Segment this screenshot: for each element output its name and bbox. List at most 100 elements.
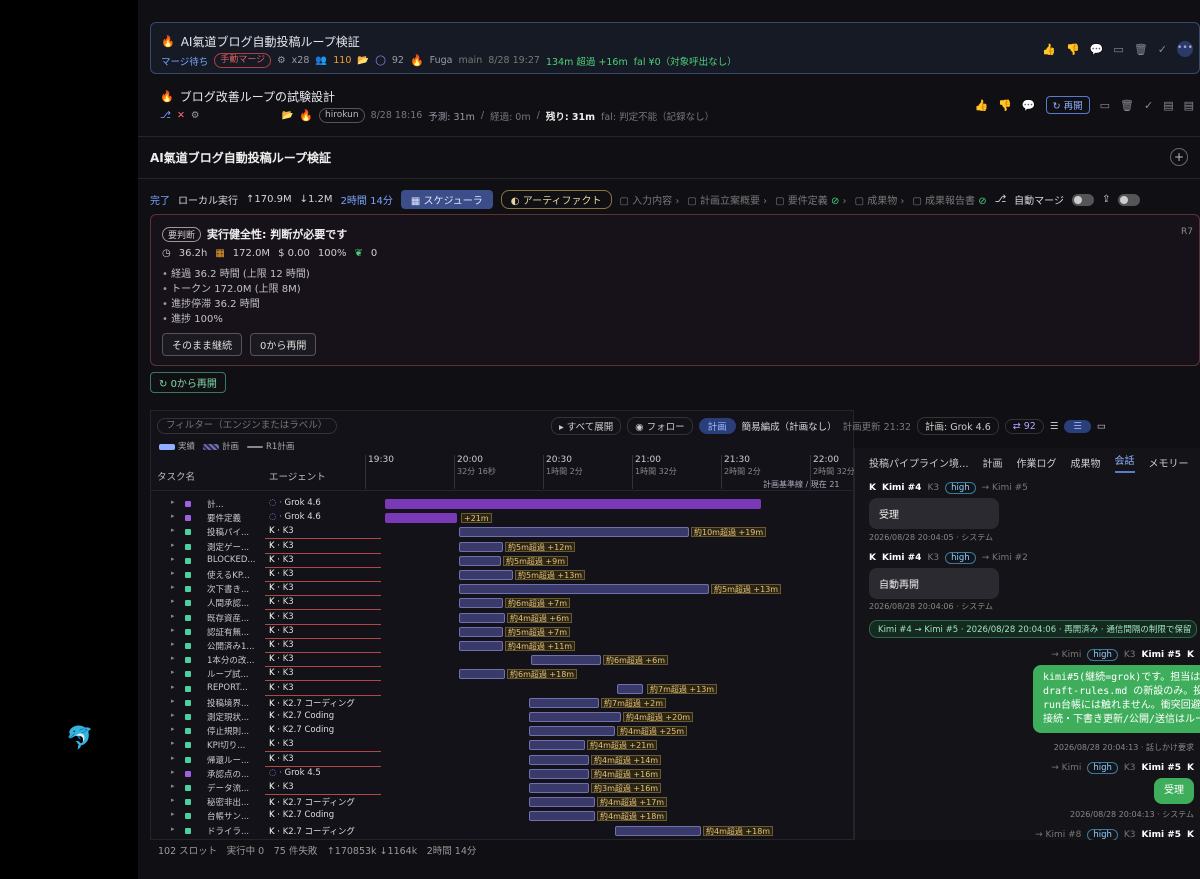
artifact-button[interactable]: ◐ アーティファクト (500, 190, 612, 209)
task-bar[interactable] (529, 754, 589, 765)
expand-caret-icon[interactable]: ▸ (171, 626, 175, 634)
gantt-row[interactable]: ▸ 1本分の改... K · K3 約6m超過 +6m (151, 653, 853, 668)
expand-all-button[interactable]: ▸ すべて展開 (551, 417, 622, 435)
gantt-row[interactable]: ▸ REPORT... K · K3 約7m超過 +13m (151, 682, 853, 696)
gantt-row[interactable]: ▸ ループ試... K · K3 約6m超過 +18m (151, 667, 853, 682)
task-bar[interactable] (459, 598, 503, 609)
task-bar[interactable] (385, 499, 761, 509)
gantt-row[interactable]: ▸ 投稿パイ... K · K3 約10m超過 +19m (151, 525, 853, 540)
gantt-row[interactable]: ▸ 測定ゲー... K · K3 約5m超過 +12m (151, 540, 853, 554)
gantt-row[interactable]: ▸ 秘密非出... K · K2.7 コーディング 約4m超過 +17m (151, 795, 853, 809)
list-view-icon[interactable]: ☰ (1050, 421, 1059, 432)
thumbs-up-icon[interactable]: 👍 (974, 99, 988, 112)
task-bar[interactable] (459, 570, 513, 580)
gantt-row[interactable]: ▸ 承認点の... ◌ · Grok 4.5 約4m超過 +16m (151, 767, 853, 781)
more-icon[interactable]: ••• (1177, 41, 1193, 57)
gantt-row[interactable]: ▸ 使えるKP... K · K3 約5m超過 +13m (151, 568, 853, 582)
expand-caret-icon[interactable]: ▸ (171, 796, 175, 804)
comment-icon[interactable]: 💬 (1022, 99, 1036, 112)
gantt-row[interactable]: ▸ ドライラ... K · K2.7 コーディング 約4m超過 +18m (151, 824, 853, 838)
expand-caret-icon[interactable]: ▸ (171, 654, 175, 662)
task-row-2[interactable]: 🔥 ブログ改善ループの試験設計 ⎇ ✕ ⚙ 📂 🔥 hirokun 8/28 1… (150, 78, 1200, 130)
scheduler-button[interactable]: ▦ スケジューラ (400, 190, 493, 209)
gantt-row[interactable]: ▸ 次下書き... K · K3 約5m超過 +13m (151, 582, 853, 597)
tab-plan[interactable]: 計画 (983, 455, 1003, 470)
expand-caret-icon[interactable]: ▸ (171, 640, 175, 648)
detail-view-icon[interactable]: ☰ (1064, 419, 1091, 433)
automerge-toggle[interactable] (1071, 193, 1094, 206)
expand-caret-icon[interactable]: ▸ (171, 541, 175, 549)
dolphin-icon[interactable]: 🐬 (66, 726, 93, 751)
restart-button[interactable]: ↻ 0から再開 (150, 372, 226, 393)
trash-icon[interactable]: 🗑 (1120, 99, 1134, 112)
gantt-row[interactable]: ▸ 既存資産... K · K3 約4m超過 +6m (151, 611, 853, 625)
filter-input[interactable]: フィルター（エンジンまたはラベル） (157, 418, 337, 434)
check-icon[interactable]: ✓ (1144, 99, 1153, 112)
task-bar[interactable] (529, 768, 589, 779)
expand-caret-icon[interactable]: ▸ (171, 583, 175, 591)
crumb-deliverables[interactable]: ▢ 成果物 › (855, 192, 905, 207)
crumb-requirements[interactable]: ▢ 要件定義 ⊘ › (775, 192, 846, 207)
gantt-row[interactable]: ▸ 投稿境界... K · K2.7 コーディング 約7m超過 +2m (151, 696, 853, 710)
task-bar[interactable] (459, 626, 503, 637)
task-bar[interactable] (529, 797, 595, 808)
task-bar[interactable] (385, 513, 457, 524)
task-bar[interactable] (459, 612, 505, 623)
manual-merge-chip[interactable]: 手動マージ (214, 53, 272, 68)
thumbs-down-icon[interactable]: 👎 (1066, 43, 1080, 56)
gantt-row[interactable]: ▸ 台帳サン... K · K2.7 Coding 約4m超過 +18m (151, 809, 853, 823)
archive-icon[interactable]: ▭ (1100, 99, 1110, 112)
archive-icon[interactable]: ▭ (1113, 43, 1123, 56)
expand-caret-icon[interactable]: ▸ (171, 725, 175, 733)
task-bar[interactable] (529, 783, 589, 793)
expand-caret-icon[interactable]: ▸ (171, 782, 175, 790)
doc-icon[interactable]: ▤ (1163, 99, 1173, 112)
expand-caret-icon[interactable]: ▸ (171, 668, 175, 676)
gantt-row[interactable]: ▸ 帰還ルー... K · K3 約4m超過 +14m (151, 753, 853, 767)
restart-from-zero-button[interactable]: 0から再開 (250, 333, 317, 356)
extra-toggle[interactable] (1118, 193, 1141, 206)
task-bar[interactable] (529, 740, 585, 751)
crumb-input[interactable]: ▢ 入力内容 › (620, 192, 680, 207)
task-bar[interactable] (529, 811, 595, 822)
task-row-1[interactable]: 🔥 AI氣道ブログ自動投稿ループ検証 マージ待ち 手動マージ ⚙ x28 👥 1… (150, 22, 1200, 74)
task-bar[interactable] (459, 527, 689, 538)
resume-button[interactable]: ↻ 再開 (1045, 96, 1090, 114)
task-bar[interactable] (459, 669, 505, 680)
expand-caret-icon[interactable]: ▸ (171, 768, 175, 776)
close-icon[interactable]: ✕ (177, 110, 185, 121)
continue-button[interactable]: そのまま継続 (162, 333, 242, 356)
expand-caret-icon[interactable]: ▸ (171, 612, 175, 620)
comment-icon[interactable]: 💬 (1090, 43, 1104, 56)
gantt-row[interactable]: ▸ 人間承認... K · K3 約6m超過 +7m (151, 596, 853, 611)
task-bar[interactable] (529, 697, 599, 708)
expand-caret-icon[interactable]: ▸ (171, 498, 175, 506)
trash-icon[interactable]: 🗑 (1134, 43, 1148, 56)
expand-caret-icon[interactable]: ▸ (171, 683, 175, 691)
gantt-row[interactable]: ▸ データ流... K · K3 約3m超過 +16m (151, 781, 853, 795)
expand-caret-icon[interactable]: ▸ (171, 754, 175, 762)
upload-icon[interactable]: ⇪ (1102, 194, 1110, 205)
expand-caret-icon[interactable]: ▸ (171, 825, 175, 833)
tab-deliverables[interactable]: 成果物 (1071, 455, 1101, 470)
expand-caret-icon[interactable]: ▸ (171, 697, 175, 705)
crumb-report[interactable]: ▢ 成果報告書 ⊘ (912, 192, 986, 207)
plan-button[interactable]: 計画 (698, 418, 736, 434)
plan-model[interactable]: 計画: Grok 4.6 (917, 417, 999, 435)
expand-caret-icon[interactable]: ▸ (171, 711, 175, 719)
task-bar[interactable] (529, 726, 615, 737)
task-bar[interactable] (615, 825, 701, 836)
tab-task[interactable]: 投稿パイプライン境... (869, 455, 969, 470)
gantt-row[interactable]: ▸ BLOCKED... K · K3 約5m超過 +9m (151, 554, 853, 568)
doc-icon-2[interactable]: ▤ (1184, 99, 1194, 112)
count-chip[interactable]: ⇄ 92 (1004, 418, 1044, 434)
thumbs-down-icon[interactable]: 👎 (998, 99, 1012, 112)
task-bar[interactable] (529, 712, 621, 722)
task-bar[interactable] (459, 584, 709, 595)
gantt-row[interactable]: ▸ 停止規則... K · K2.7 Coding 約4m超過 +25m (151, 724, 853, 738)
task-bar[interactable] (459, 641, 503, 651)
thumbs-up-icon[interactable]: 👍 (1042, 43, 1056, 56)
expand-caret-icon[interactable]: ▸ (171, 555, 175, 563)
expand-caret-icon[interactable]: ▸ (171, 526, 175, 534)
gantt-row[interactable]: ▸ KPI切り... K · K3 約4m超過 +21m (151, 738, 853, 753)
